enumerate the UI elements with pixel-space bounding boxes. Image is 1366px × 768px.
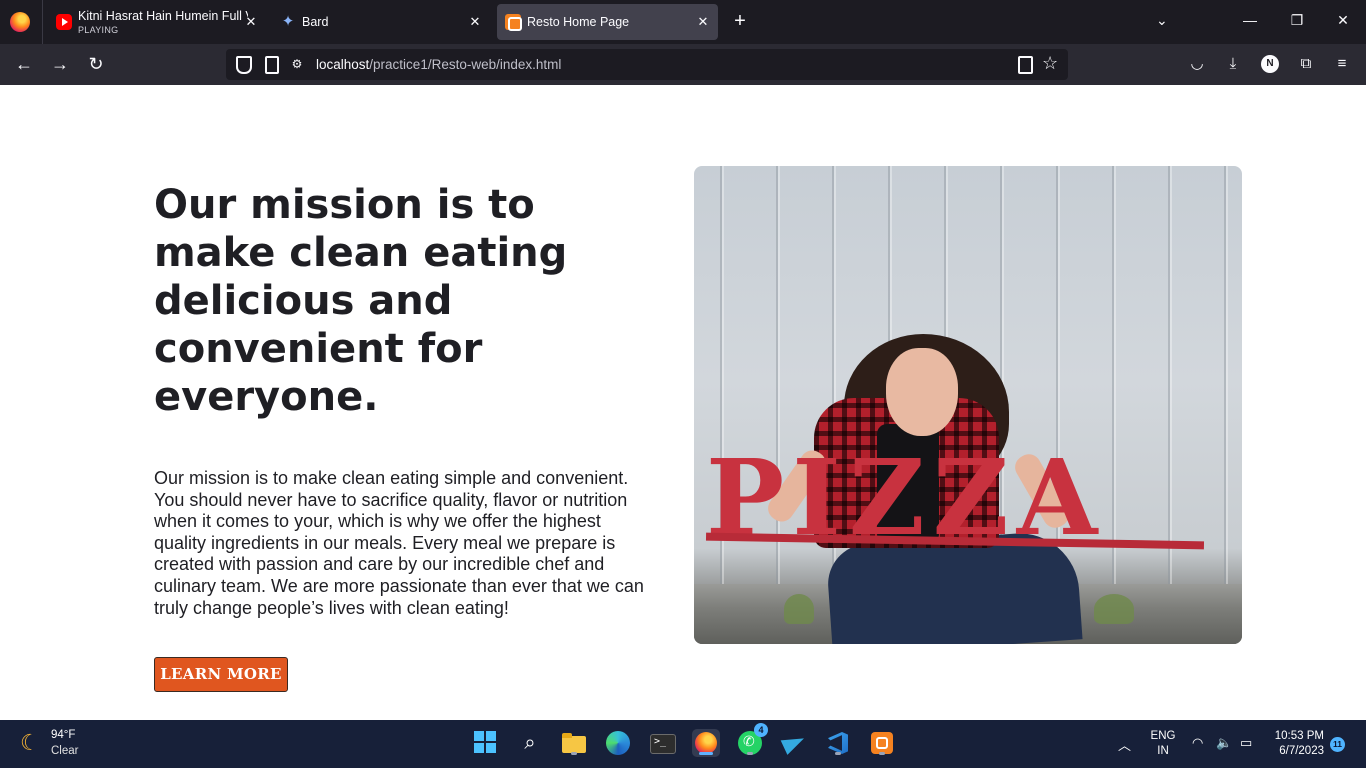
edge-browser-icon[interactable] xyxy=(604,729,632,757)
tab-title: Bard xyxy=(302,15,329,29)
extensions-icon[interactable]: ⧉ xyxy=(1295,54,1317,76)
hero-image-pizza-woman: PIZZA xyxy=(694,166,1242,644)
tab-youtube[interactable]: Kitni Hasrat Hain Humein Full Video PLAY… xyxy=(48,4,266,40)
navigation-toolbar: ← → ↻ ⚙ localhost/practice1/Resto-web/in… xyxy=(0,44,1366,85)
account-avatar[interactable]: N xyxy=(1261,55,1279,73)
running-indicator xyxy=(747,752,753,755)
telegram-icon[interactable] xyxy=(780,729,808,757)
close-tab-icon[interactable]: ✕ xyxy=(694,13,712,31)
menu-hamburger-icon[interactable]: ≡ xyxy=(1331,54,1353,76)
close-window-icon[interactable]: ✕ xyxy=(1333,12,1353,29)
running-indicator xyxy=(879,752,885,755)
reload-icon[interactable]: ↻ xyxy=(85,54,107,76)
clock[interactable]: 10:53 PM 6/7/2023 xyxy=(1272,729,1324,759)
windows-start-icon[interactable] xyxy=(472,729,500,757)
woman-face xyxy=(886,348,958,436)
pocket-icon[interactable]: ◡ xyxy=(1186,54,1208,76)
tab-bard[interactable]: ✦ Bard ✕ xyxy=(272,4,490,40)
tab-playing-status: PLAYING xyxy=(78,25,119,35)
vscode-icon[interactable] xyxy=(824,729,852,757)
page-info-icon[interactable] xyxy=(262,56,279,74)
battery-icon[interactable]: ▭ xyxy=(1240,735,1252,751)
tab-resto-home[interactable]: Resto Home Page ✕ xyxy=(497,4,718,40)
back-arrow-icon[interactable]: ← xyxy=(13,54,35,76)
permissions-icon[interactable]: ⚙ xyxy=(289,56,305,72)
file-explorer-icon[interactable] xyxy=(560,729,588,757)
whatsapp-badge: 4 xyxy=(754,723,768,737)
active-indicator xyxy=(699,752,713,755)
close-tab-icon[interactable]: ✕ xyxy=(466,13,484,31)
clock-time: 10:53 PM xyxy=(1274,730,1324,742)
weed-decoration xyxy=(784,594,814,624)
notification-count-badge[interactable]: 11 xyxy=(1330,737,1345,752)
downloads-icon[interactable]: ⤓ xyxy=(1222,54,1244,76)
weed-decoration xyxy=(1094,594,1134,624)
url-text[interactable]: localhost/practice1/Resto-web/index.html xyxy=(316,57,561,72)
tab-title: Kitni Hasrat Hain Humein Full Video xyxy=(78,9,248,23)
learn-more-button[interactable]: LEARN MORE xyxy=(154,657,288,692)
terminal-icon[interactable] xyxy=(648,729,676,757)
forward-arrow-icon[interactable]: → xyxy=(49,54,71,76)
firefox-icon[interactable] xyxy=(692,729,720,757)
page-content: Our mission is to make clean eating deli… xyxy=(0,85,1366,720)
wifi-icon[interactable]: ◠ xyxy=(1192,735,1203,751)
tab-strip: Kitni Hasrat Hain Humein Full Video PLAY… xyxy=(0,0,1366,44)
youtube-icon xyxy=(56,14,72,30)
shield-icon[interactable] xyxy=(234,56,252,74)
url-path: /practice1/Resto-web/index.html xyxy=(369,57,562,72)
weather-temperature[interactable]: 94°F xyxy=(51,729,75,741)
xampp-icon xyxy=(505,14,522,31)
url-host: localhost xyxy=(316,57,370,72)
close-tab-icon[interactable]: ✕ xyxy=(242,13,260,31)
running-indicator xyxy=(571,752,577,755)
restore-window-icon[interactable]: ❐ xyxy=(1287,12,1307,29)
tab-divider xyxy=(42,0,43,44)
weather-condition[interactable]: Clear xyxy=(51,745,78,757)
volume-icon[interactable]: 🔈 xyxy=(1216,735,1232,751)
reader-view-icon[interactable] xyxy=(1016,56,1033,74)
moon-weather-icon[interactable]: ☾ xyxy=(20,730,40,756)
mission-paragraph: Our mission is to make clean eating simp… xyxy=(154,468,644,618)
xampp-icon[interactable] xyxy=(868,729,896,757)
whatsapp-icon[interactable]: 4 xyxy=(736,723,768,757)
language-indicator[interactable]: ENG IN xyxy=(1150,729,1176,759)
search-icon[interactable]: ⌕ xyxy=(516,729,544,757)
bookmark-star-icon[interactable]: ☆ xyxy=(1042,53,1058,74)
region-code: IN xyxy=(1157,745,1169,757)
new-tab-button[interactable]: + xyxy=(728,10,752,34)
clock-date: 6/7/2023 xyxy=(1279,745,1324,757)
firefox-view-icon[interactable] xyxy=(10,12,30,32)
bard-icon: ✦ xyxy=(281,13,295,30)
show-hidden-icons-chevron-icon[interactable]: ︿ xyxy=(1118,735,1131,754)
language-code: ENG xyxy=(1150,730,1176,742)
windows-taskbar: ☾ 94°F Clear ⌕ 4 ︿ ENG IN ◠ 🔈 ▭ 10:53 PM… xyxy=(0,720,1366,768)
minimize-window-icon[interactable]: — xyxy=(1240,12,1260,28)
list-all-tabs-icon[interactable]: ⌄ xyxy=(1156,12,1168,29)
running-indicator xyxy=(835,752,841,755)
tab-title: Resto Home Page xyxy=(527,15,630,29)
address-bar[interactable]: ⚙ localhost/practice1/Resto-web/index.ht… xyxy=(226,49,1068,80)
mission-headline: Our mission is to make clean eating deli… xyxy=(154,182,568,420)
